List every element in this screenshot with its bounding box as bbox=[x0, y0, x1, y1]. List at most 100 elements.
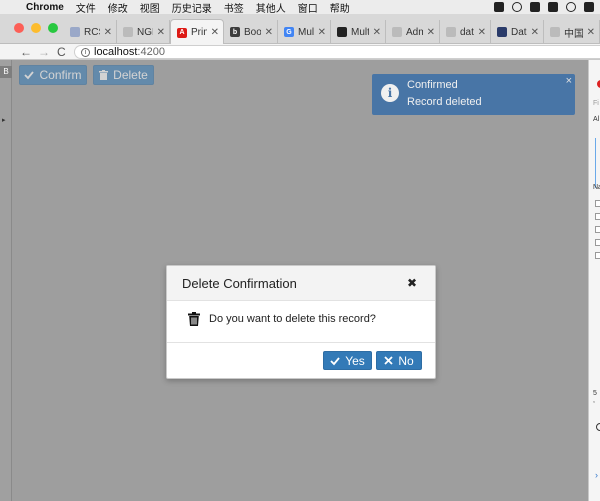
dialog-message: Do you want to delete this record? bbox=[209, 313, 376, 325]
yes-button[interactable]: Yes bbox=[323, 351, 372, 370]
tab-title: Admi bbox=[406, 26, 423, 38]
menu-item-people[interactable]: 其他人 bbox=[250, 0, 292, 15]
confirm-dialog: Delete Confirmation ✖ Do you want to del… bbox=[166, 265, 436, 379]
menu-item-view[interactable]: 视图 bbox=[134, 0, 166, 15]
toast-message: i Confirmed Record deleted × bbox=[372, 74, 575, 115]
forward-button[interactable]: → bbox=[38, 44, 50, 60]
tab-favicon-icon bbox=[337, 27, 347, 37]
info-circle-icon: i bbox=[381, 84, 399, 102]
dialog-body: Do you want to delete this record? bbox=[167, 301, 435, 343]
back-button[interactable]: ← bbox=[20, 44, 32, 60]
wechat-icon[interactable] bbox=[548, 2, 558, 12]
left-panel-label: B bbox=[0, 66, 12, 78]
tab-close-icon[interactable]: ✕ bbox=[531, 27, 539, 38]
tab-favicon-icon bbox=[550, 27, 560, 37]
tab-favicon-icon bbox=[123, 27, 133, 37]
browser-tab[interactable]: 中国 ✕ bbox=[544, 20, 600, 44]
status-icons bbox=[494, 2, 600, 12]
tab-favicon-icon: G bbox=[284, 27, 294, 37]
browser-tab[interactable]: Data ✕ bbox=[491, 20, 544, 44]
tab-close-icon[interactable]: ✕ bbox=[587, 27, 595, 38]
tab-title: NGL bbox=[137, 26, 153, 38]
timeline-marker bbox=[595, 138, 596, 188]
tab-close-icon[interactable]: ✕ bbox=[104, 27, 112, 38]
toast-close-button[interactable]: × bbox=[566, 75, 572, 87]
devtools-panel: Fi Al Na 5 , › bbox=[588, 60, 600, 501]
tab-close-icon[interactable]: ✕ bbox=[265, 27, 273, 38]
zoom-window-button[interactable] bbox=[48, 23, 58, 33]
row-checkbox[interactable] bbox=[595, 252, 600, 259]
url-host: localhost bbox=[94, 46, 138, 58]
tab-close-icon[interactable]: ✕ bbox=[157, 27, 165, 38]
url-input[interactable]: i localhost:4200 bbox=[74, 45, 600, 59]
trash-icon bbox=[188, 312, 200, 326]
tab-title: data. bbox=[460, 26, 474, 38]
status-circle-icon[interactable] bbox=[512, 2, 522, 12]
browser-tab[interactable]: A Prime ✕ bbox=[170, 19, 224, 45]
left-panel: B ▸ bbox=[0, 60, 12, 501]
no-button[interactable]: No bbox=[376, 351, 422, 370]
browser-tab[interactable]: NGL ✕ bbox=[117, 20, 170, 44]
tab-title: Multi bbox=[298, 26, 314, 38]
tab-title: RCS bbox=[84, 26, 100, 38]
tab-title: Boots bbox=[244, 26, 261, 38]
bluetooth-icon[interactable] bbox=[566, 2, 576, 12]
wifi-icon[interactable] bbox=[584, 2, 594, 12]
menu-item-window[interactable]: 窗口 bbox=[292, 0, 324, 15]
yes-button-label: Yes bbox=[345, 353, 365, 368]
devtools-status-text: 5 , bbox=[593, 390, 597, 404]
tab-close-icon[interactable]: ✕ bbox=[478, 27, 486, 38]
row-checkbox[interactable] bbox=[595, 213, 600, 220]
dialog-footer: Yes No bbox=[167, 343, 435, 378]
tab-close-icon[interactable]: ✕ bbox=[373, 27, 381, 38]
menu-item-file[interactable]: 文件 bbox=[70, 0, 102, 15]
tab-favicon-icon bbox=[497, 27, 507, 37]
menu-app-name[interactable]: Chrome bbox=[22, 2, 70, 13]
tab-close-icon[interactable]: ✕ bbox=[318, 27, 326, 38]
tab-title: Data bbox=[511, 26, 527, 38]
browser-tab[interactable]: G Multi ✕ bbox=[278, 20, 331, 44]
address-bar-row: ← → C i localhost:4200 bbox=[0, 44, 600, 60]
check-icon bbox=[330, 356, 340, 365]
dialog-close-button[interactable]: ✖ bbox=[407, 276, 417, 290]
confirm-button-label: Confirm bbox=[39, 68, 82, 82]
browser-tab[interactable]: Multi ✕ bbox=[331, 20, 386, 44]
menu-item-history[interactable]: 历史记录 bbox=[166, 0, 218, 15]
tab-close-icon[interactable]: ✕ bbox=[427, 27, 435, 38]
trash-icon bbox=[99, 70, 109, 80]
filter-input[interactable]: Fi bbox=[593, 100, 599, 107]
tab-title: Multi bbox=[351, 26, 369, 38]
console-prompt-icon[interactable]: › bbox=[595, 470, 598, 480]
dialog-title: Delete Confirmation bbox=[182, 276, 297, 291]
tab-favicon-icon bbox=[446, 27, 456, 37]
expand-arrow-icon[interactable]: ▸ bbox=[2, 116, 6, 124]
url-port: :4200 bbox=[137, 46, 165, 58]
check-icon bbox=[24, 71, 35, 80]
delete-button[interactable]: Delete bbox=[93, 65, 154, 85]
row-checkbox[interactable] bbox=[595, 200, 600, 207]
browser-tab[interactable]: RCS ✕ bbox=[64, 20, 117, 44]
tab-favicon-icon: b bbox=[230, 27, 240, 37]
reload-button[interactable]: C bbox=[57, 44, 66, 60]
devtools-filter-all[interactable]: Al bbox=[593, 116, 599, 123]
row-checkbox[interactable] bbox=[595, 226, 600, 233]
tab-title: Prime bbox=[191, 27, 207, 38]
qq-icon[interactable] bbox=[494, 2, 504, 12]
menu-item-edit[interactable]: 修改 bbox=[102, 0, 134, 15]
menu-item-help[interactable]: 帮助 bbox=[324, 0, 356, 15]
info-icon[interactable]: i bbox=[81, 47, 90, 57]
browser-tab[interactable]: data. ✕ bbox=[440, 20, 491, 44]
modal-overlay[interactable]: Confirm Delete i Confirmed Record delete… bbox=[12, 60, 588, 501]
tab-strip: RCS ✕ NGL ✕ A Prime ✕ b Boots ✕ G Multi ✕ Multi ✕ Admi ✕… bbox=[0, 14, 600, 45]
dropbox-icon[interactable] bbox=[530, 2, 540, 12]
no-button-label: No bbox=[398, 353, 414, 368]
row-checkbox[interactable] bbox=[595, 239, 600, 246]
tab-close-icon[interactable]: ✕ bbox=[211, 27, 219, 38]
clock-icon[interactable] bbox=[596, 423, 600, 431]
browser-tab[interactable]: b Boots ✕ bbox=[224, 20, 278, 44]
menu-item-bookmarks[interactable]: 书签 bbox=[218, 0, 250, 15]
close-window-button[interactable] bbox=[14, 23, 24, 33]
minimize-window-button[interactable] bbox=[31, 23, 41, 33]
browser-tab[interactable]: Admi ✕ bbox=[386, 20, 440, 44]
confirm-button[interactable]: Confirm bbox=[19, 65, 87, 85]
